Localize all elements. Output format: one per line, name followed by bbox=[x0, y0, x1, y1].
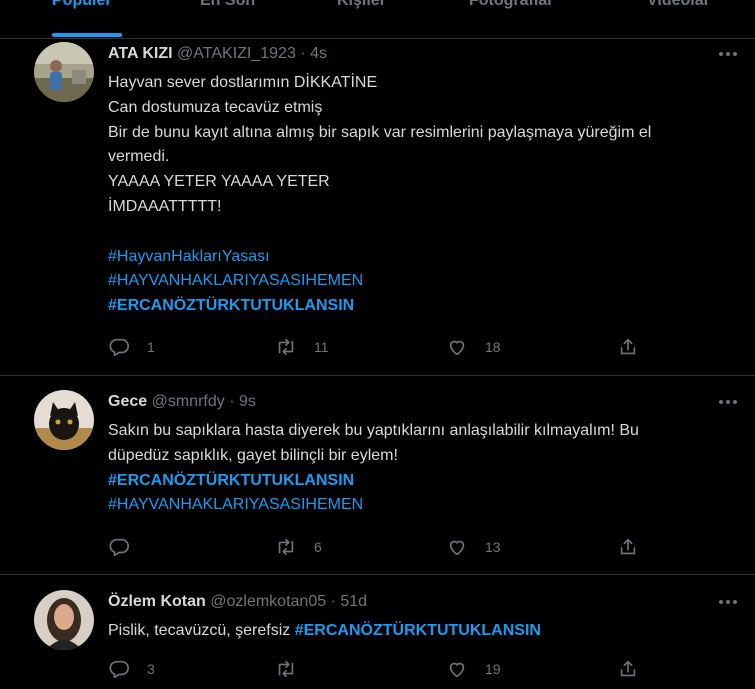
tweet-line: Can dostumuza tecavüz etmiş bbox=[108, 98, 323, 116]
display-name[interactable]: ATA KIZI bbox=[108, 45, 173, 62]
reply-count: 3 bbox=[147, 661, 155, 677]
tweet[interactable]: Özlem Kotan @ozlemkotan05 · 51d Pislik, … bbox=[0, 575, 755, 689]
reply-count: 1 bbox=[147, 339, 155, 355]
separator: · bbox=[330, 593, 336, 610]
tab-people[interactable]: Kişiler bbox=[337, 0, 386, 10]
heart-icon bbox=[449, 340, 465, 356]
share-button[interactable] bbox=[617, 535, 639, 559]
reply-button[interactable]: 3 bbox=[108, 657, 155, 681]
heart-icon bbox=[449, 540, 465, 556]
tab-videos[interactable]: Videolar bbox=[647, 0, 710, 10]
retweet-icon bbox=[278, 538, 294, 556]
separator: · bbox=[300, 45, 306, 62]
tab-latest[interactable]: En Son bbox=[200, 0, 255, 10]
retweet-count: 6 bbox=[314, 539, 322, 555]
like-count: 18 bbox=[485, 339, 501, 355]
share-button[interactable] bbox=[617, 335, 639, 359]
hashtag-link[interactable]: #ERCANÖZTÜRKTUTUKLANSIN bbox=[108, 297, 354, 314]
reply-icon bbox=[109, 338, 129, 357]
heart-icon bbox=[449, 662, 465, 678]
reply-icon bbox=[109, 538, 129, 557]
search-tabs: Popüler En Son Kişiler Fotoğraflar Video… bbox=[0, 0, 755, 39]
display-name[interactable]: Özlem Kotan bbox=[108, 593, 206, 610]
tweet-text: Sakın bu sapıklara hasta diyerek bu yapt… bbox=[108, 419, 748, 518]
more-icon[interactable] bbox=[719, 52, 737, 58]
tweet-line: vermedi. bbox=[108, 148, 170, 166]
tab-photos[interactable]: Fotoğraflar bbox=[469, 0, 553, 10]
separator: · bbox=[229, 393, 235, 410]
retweet-button[interactable]: 6 bbox=[275, 535, 322, 559]
tweet-actions: 1 11 18 bbox=[108, 335, 748, 359]
avatar[interactable] bbox=[34, 42, 94, 102]
more-icon[interactable] bbox=[719, 600, 737, 606]
tweet-line: Bir de bunu kayıt altına almış bir sapık… bbox=[108, 123, 652, 141]
tweet-actions: 6 13 bbox=[108, 535, 748, 559]
reply-icon bbox=[109, 660, 129, 679]
user-handle[interactable]: @ATAKIZI_1923 bbox=[177, 45, 296, 62]
reply-button[interactable] bbox=[108, 535, 147, 559]
retweet-icon bbox=[278, 660, 294, 678]
like-button[interactable]: 18 bbox=[446, 335, 501, 359]
hashtag-link[interactable]: #HAYVANHAKLARIYASASIHEMEN bbox=[108, 272, 363, 289]
more-icon[interactable] bbox=[719, 400, 737, 406]
tweet-line: Sakın bu sapıklara hasta diyerek bu yapt… bbox=[108, 422, 639, 439]
active-tab-indicator bbox=[52, 33, 122, 37]
retweet-button[interactable] bbox=[275, 657, 314, 681]
reply-button[interactable]: 1 bbox=[108, 335, 155, 359]
tweet-line: YAAAA YETER YAAAA YETER bbox=[108, 173, 330, 191]
hashtag-link[interactable]: #ERCANÖZTÜRKTUTUKLANSIN bbox=[295, 622, 541, 639]
avatar[interactable] bbox=[34, 590, 94, 650]
tweet-actions: 3 19 bbox=[108, 657, 748, 681]
share-icon bbox=[620, 538, 636, 555]
hashtag-link[interactable]: #HAYVANHAKLARIYASASIHEMEN bbox=[108, 496, 363, 513]
tweet-line: İMDAAATTTTT! bbox=[108, 197, 222, 215]
timestamp[interactable]: 9s bbox=[239, 393, 256, 410]
share-icon bbox=[620, 660, 636, 677]
hashtag-link[interactable]: #HayvanHaklarıYasası bbox=[108, 248, 270, 265]
tab-popular[interactable]: Popüler bbox=[52, 0, 112, 10]
share-icon bbox=[620, 338, 636, 355]
user-handle[interactable]: @ozlemkotan05 bbox=[210, 593, 326, 610]
display-name[interactable]: Gece bbox=[108, 393, 147, 410]
retweet-count: 11 bbox=[314, 339, 329, 355]
tweet[interactable]: Gece @smnrfdy · 9s Sakın bu sapıklara ha… bbox=[0, 376, 755, 575]
timestamp[interactable]: 4s bbox=[310, 45, 327, 62]
avatar[interactable] bbox=[34, 390, 94, 450]
timestamp[interactable]: 51d bbox=[340, 593, 367, 610]
share-button[interactable] bbox=[617, 657, 639, 681]
user-handle[interactable]: @smnrfdy bbox=[152, 393, 225, 410]
retweet-button[interactable]: 11 bbox=[275, 335, 329, 359]
tweet-line: Hayvan sever dostlarımın DİKKATİNE bbox=[108, 74, 378, 91]
like-button[interactable]: 19 bbox=[446, 657, 501, 681]
like-count: 19 bbox=[485, 661, 501, 677]
tweet[interactable]: ATA KIZI @ATAKIZI_1923 · 4s Hayvan sever… bbox=[0, 38, 755, 376]
tweet-text: Hayvan sever dostlarımın DİKKATİNE Can d… bbox=[108, 71, 748, 319]
tweet-line: düpedüz sapıklık, gayet bilinçli bir eyl… bbox=[108, 446, 398, 464]
hashtag-link[interactable]: #ERCANÖZTÜRKTUTUKLANSIN bbox=[108, 472, 354, 489]
like-button[interactable]: 13 bbox=[446, 535, 501, 559]
retweet-icon bbox=[278, 338, 294, 356]
tweet-text: Pislik, tecavüzcü, şerefsiz #ERCANÖZTÜRK… bbox=[108, 619, 748, 644]
tweet-line: Pislik, tecavüzcü, şerefsiz bbox=[108, 622, 295, 639]
like-count: 13 bbox=[485, 539, 501, 555]
